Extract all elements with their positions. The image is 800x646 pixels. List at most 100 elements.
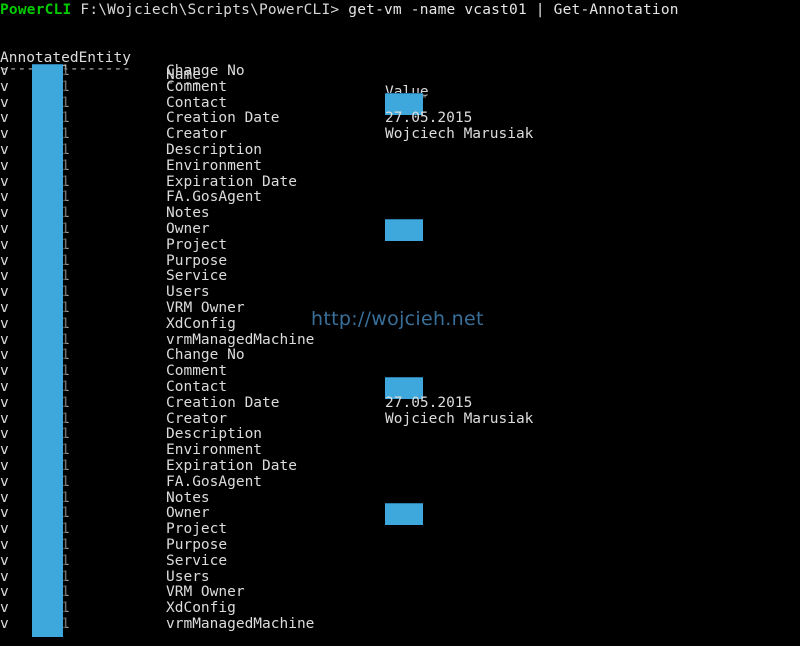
table-row: v01Contact (0, 376, 800, 399)
cell-annotatedentity-prefix: v (0, 189, 9, 206)
cell-annotation-name: Users (166, 284, 210, 301)
table-row: v01Environment (0, 442, 800, 459)
cell-annotation-name: Project (166, 521, 228, 538)
command-text: get-vm -name vcast01 | Get-Annotation (348, 2, 679, 18)
cell-annotatedentity-prefix: v (0, 521, 9, 538)
table-row: v01vrmManagedMachine (0, 331, 800, 349)
table-row: v01VRM Owner (0, 584, 800, 601)
cell-annotatedentity-prefix: v (0, 489, 9, 506)
table-row: v01Purpose (0, 252, 800, 270)
table-row: v01Owner (0, 503, 800, 526)
cell-annotation-name: VRM Owner (166, 299, 245, 316)
table-row: v01vrmManagedMachine (0, 615, 800, 633)
table-row: v01CreatorWojciech Marusiak (0, 410, 800, 428)
cell-annotatedentity-prefix: v (0, 584, 9, 601)
cell-annotatedentity-prefix: v (0, 426, 9, 443)
cell-annotatedentity-prefix: v (0, 141, 9, 158)
table-row: v01CreatorWojciech Marusiak (0, 126, 800, 143)
cell-annotatedentity-prefix: v (0, 505, 9, 522)
redaction-block-entity-column (32, 64, 63, 637)
cell-annotatedentity-prefix: v (0, 63, 9, 79)
cell-annotation-name: FA.GosAgent (166, 189, 263, 206)
table-row: v01Expiration Date (0, 457, 800, 475)
cell-annotation-name: Expiration Date (166, 173, 297, 190)
cell-annotation-name: Service (166, 552, 228, 569)
cell-annotation-name: Comment (166, 78, 228, 95)
prompt-brand-label: PowerCLI (0, 2, 72, 18)
cell-annotatedentity-prefix: v (0, 568, 9, 585)
cell-annotation-name: XdConfig (166, 600, 236, 617)
cell-annotation-name: Users (166, 568, 210, 585)
table-row: v01Owner (0, 218, 800, 241)
cell-annotation-name: Owner (166, 505, 210, 522)
cell-annotatedentity-prefix: v (0, 284, 9, 301)
table-header-rule: --------------- ---- ----- (0, 48, 429, 105)
table-row: v01Purpose (0, 536, 800, 554)
cell-annotation-name: Change No (166, 347, 245, 364)
cell-annotation-value: 27.05.2015 (385, 110, 473, 127)
watermark-text: http://wojcieh.net (311, 308, 484, 330)
cell-annotatedentity-prefix: v (0, 410, 9, 427)
table-row: v01Creation Date27.05.2015 (0, 394, 800, 412)
table-row: v01Description (0, 141, 800, 159)
table-row: v01Users (0, 568, 800, 586)
table-row: v01Contact (0, 92, 800, 115)
cell-annotation-name: Service (166, 268, 228, 285)
cell-annotation-name: Creator (166, 410, 228, 427)
cell-annotatedentity-prefix: v (0, 236, 9, 253)
prompt-line: PowerCLI F:\Wojciech\Scripts\PowerCLI> g… (0, 1, 679, 19)
cell-annotation-name: Environment (166, 442, 263, 459)
cell-annotatedentity-prefix: v (0, 78, 9, 95)
table-row: v01Environment (0, 157, 800, 175)
cell-annotation-name: Contact (166, 94, 228, 111)
cell-annotation-name: Purpose (166, 252, 228, 269)
cell-annotation-name: Environment (166, 157, 263, 174)
table-row: v01FA.GosAgent (0, 190, 800, 206)
powercli-console-window: PowerCLI F:\Wojciech\Scripts\PowerCLI> g… (0, 0, 800, 646)
cell-annotatedentity-prefix: v (0, 126, 9, 143)
cell-annotation-name: Creation Date (166, 110, 280, 127)
cell-annotation-name: Creation Date (166, 394, 280, 411)
cell-annotation-name: FA.GosAgent (166, 473, 263, 490)
cell-annotation-name: Expiration Date (166, 457, 297, 474)
cell-annotatedentity-prefix: v (0, 94, 9, 111)
cell-annotation-name: vrmManagedMachine (166, 331, 315, 348)
table-row: v01Project (0, 236, 800, 254)
cell-annotatedentity-prefix: v (0, 536, 9, 553)
cell-annotatedentity-prefix: v (0, 457, 9, 474)
cell-annotation-name: Description (166, 141, 263, 158)
cell-annotation-name: Comment (166, 363, 228, 380)
table-row: v01Change No (0, 63, 800, 80)
cell-annotatedentity-prefix: v (0, 110, 9, 127)
cell-annotatedentity-prefix: v (0, 615, 9, 632)
table-row: v01Change No (0, 348, 800, 364)
cell-annotatedentity-prefix: v (0, 205, 9, 222)
cell-annotatedentity-prefix: v (0, 220, 9, 237)
cell-annotation-value: Wojciech Marusiak (385, 126, 534, 143)
cell-annotatedentity-prefix: v (0, 315, 9, 332)
cell-annotation-name: Project (166, 236, 228, 253)
table-row: v01Expiration Date (0, 173, 800, 191)
cell-annotation-name: Owner (166, 220, 210, 237)
cell-annotation-name: Creator (166, 126, 228, 143)
table-row: v01XdConfig (0, 600, 800, 617)
cell-annotatedentity-prefix: v (0, 473, 9, 490)
cell-annotation-name: XdConfig (166, 315, 236, 332)
cell-annotatedentity-prefix: v (0, 600, 9, 617)
table-row: v01Service (0, 269, 800, 285)
table-row: v01Project (0, 521, 800, 538)
cell-annotation-value: Wojciech Marusiak (385, 410, 534, 427)
table-row: v01Service (0, 552, 800, 570)
cell-annotatedentity-prefix: v (0, 157, 9, 174)
cell-annotation-name: Notes (166, 205, 210, 222)
prompt-path-label: F:\Wojciech\Scripts\PowerCLI> (71, 2, 349, 18)
annotation-table-body: v01Change Nov01Commentv01Contactv01Creat… (0, 63, 800, 633)
table-row: v01Creation Date27.05.2015 (0, 111, 800, 127)
cell-annotatedentity-prefix: v (0, 252, 9, 269)
table-row: v01FA.GosAgent (0, 473, 800, 491)
cell-annotatedentity-prefix: v (0, 268, 9, 285)
cell-annotatedentity-prefix: v (0, 173, 9, 190)
cell-annotatedentity-prefix: v (0, 347, 9, 364)
cell-annotation-name: vrmManagedMachine (166, 615, 315, 632)
cell-annotation-name: Description (166, 426, 263, 443)
